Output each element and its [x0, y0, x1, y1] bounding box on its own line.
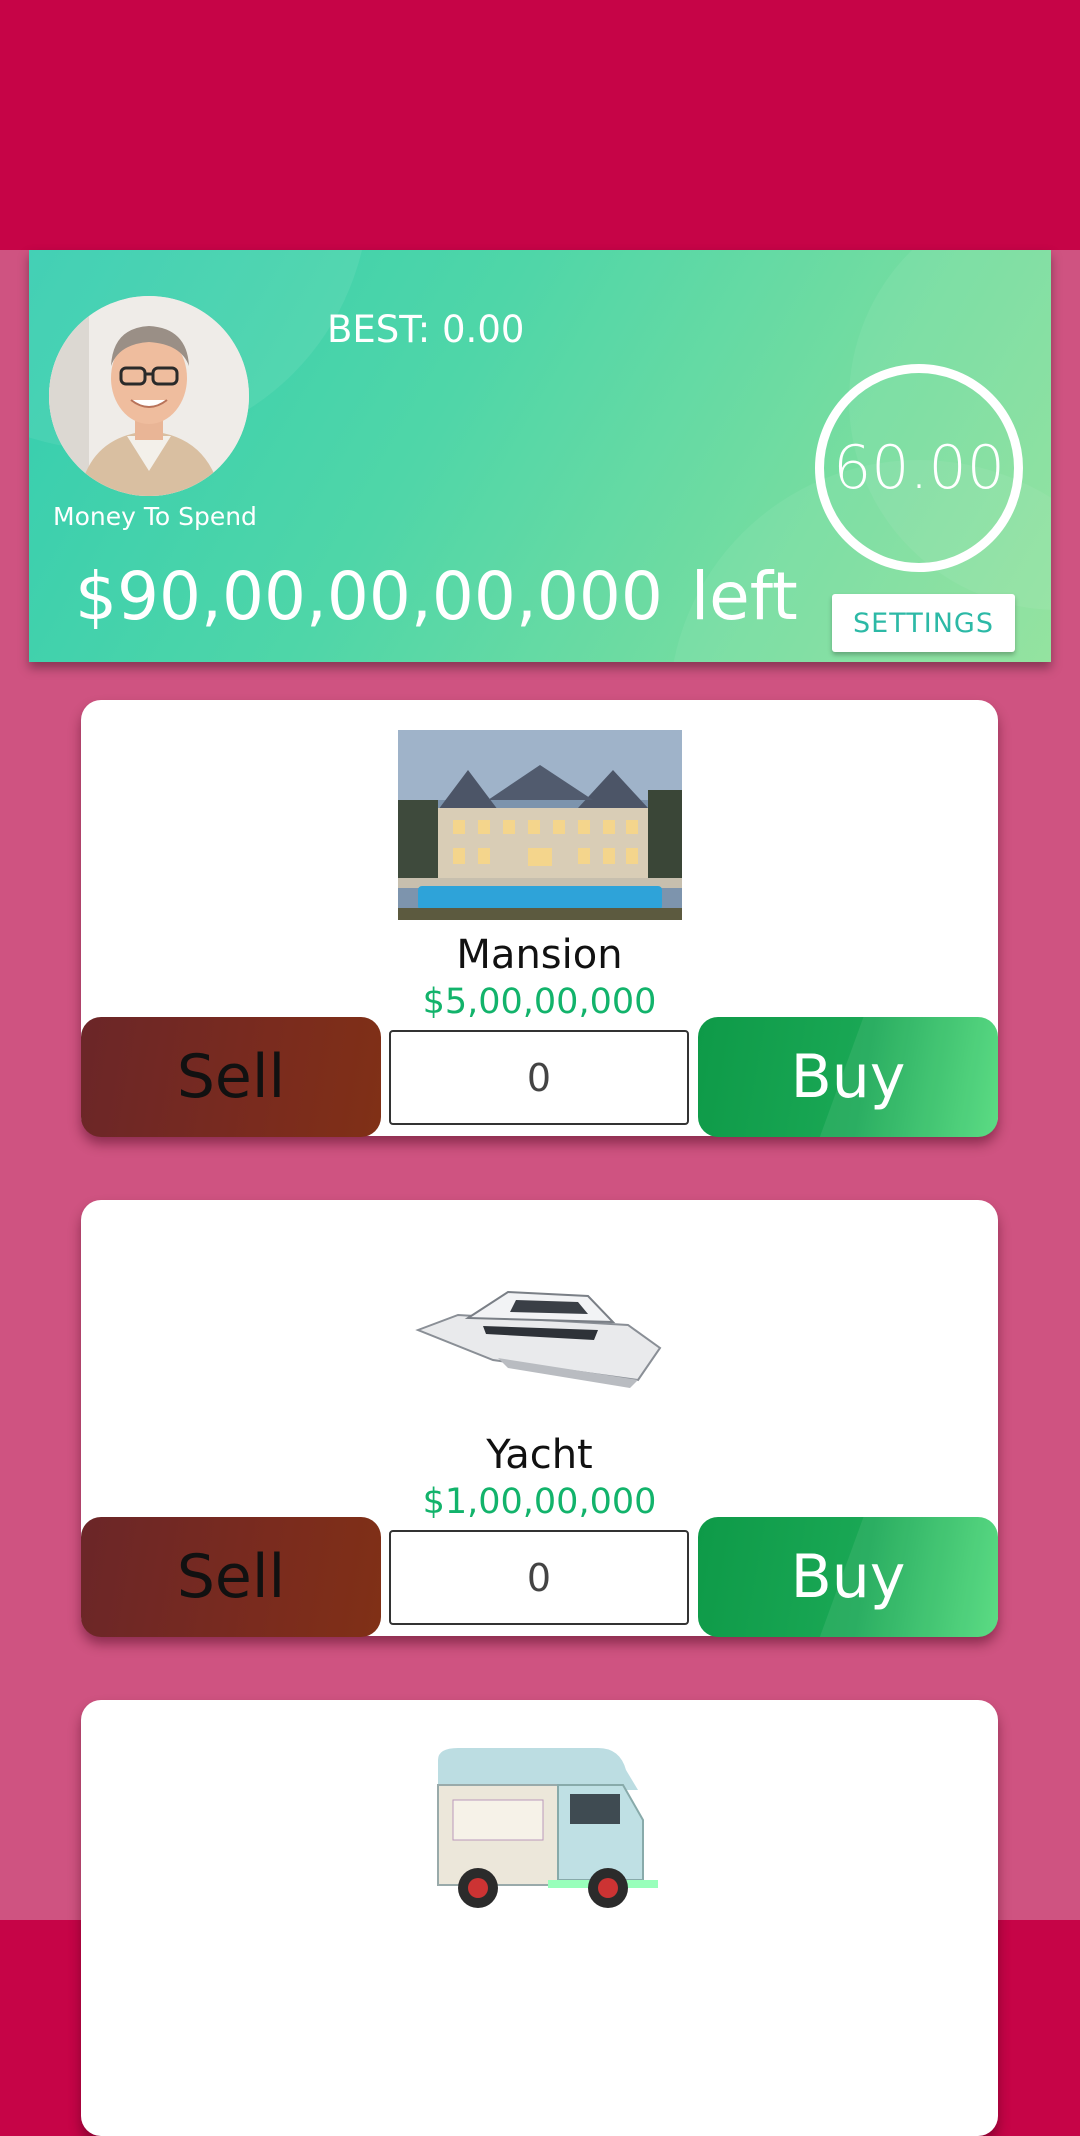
settings-button[interactable]: SETTINGS: [832, 594, 1015, 652]
item-name: Mansion: [456, 932, 623, 978]
sell-label: Sell: [176, 1042, 286, 1112]
avatar: [49, 296, 249, 496]
item-price: $5,00,00,000: [422, 982, 657, 1022]
best-score: BEST: 0.00: [327, 308, 525, 351]
buy-label: Buy: [790, 1042, 906, 1112]
buy-button[interactable]: Buy: [698, 1017, 998, 1137]
money-suffix: left: [690, 558, 798, 635]
sell-button[interactable]: Sell: [81, 1017, 381, 1137]
item-name: Yacht: [486, 1432, 593, 1478]
item-card-yacht: Yacht $1,00,00,000 Sell 0 Buy: [81, 1200, 998, 1637]
food-truck-image: [398, 1730, 682, 1920]
mansion-image: [398, 730, 682, 920]
money-header: Money To Spend BEST: 0.00 60.00 $90,00,0…: [29, 250, 1051, 662]
buy-button[interactable]: Buy: [698, 1517, 998, 1637]
buy-label: Buy: [790, 1542, 906, 1612]
quantity-input[interactable]: 0: [389, 1530, 689, 1625]
item-card-mansion: Mansion $5,00,00,000 Sell 0 Buy: [81, 700, 998, 1137]
yacht-image: [398, 1230, 682, 1420]
quantity-input[interactable]: 0: [389, 1030, 689, 1125]
timer-circle: 60.00: [815, 364, 1023, 572]
item-price: $1,00,00,000: [422, 1482, 657, 1522]
money-to-spend-label: Money To Spend: [53, 502, 257, 531]
sell-label: Sell: [176, 1542, 286, 1612]
money-remaining: $90,00,00,00,000 left: [75, 558, 798, 635]
item-card-food-truck: [81, 1700, 998, 2136]
top-bar: [0, 0, 1080, 250]
timer-value: 60.00: [833, 433, 1005, 503]
money-amount: $90,00,00,00,000: [75, 558, 663, 635]
sell-button[interactable]: Sell: [81, 1517, 381, 1637]
